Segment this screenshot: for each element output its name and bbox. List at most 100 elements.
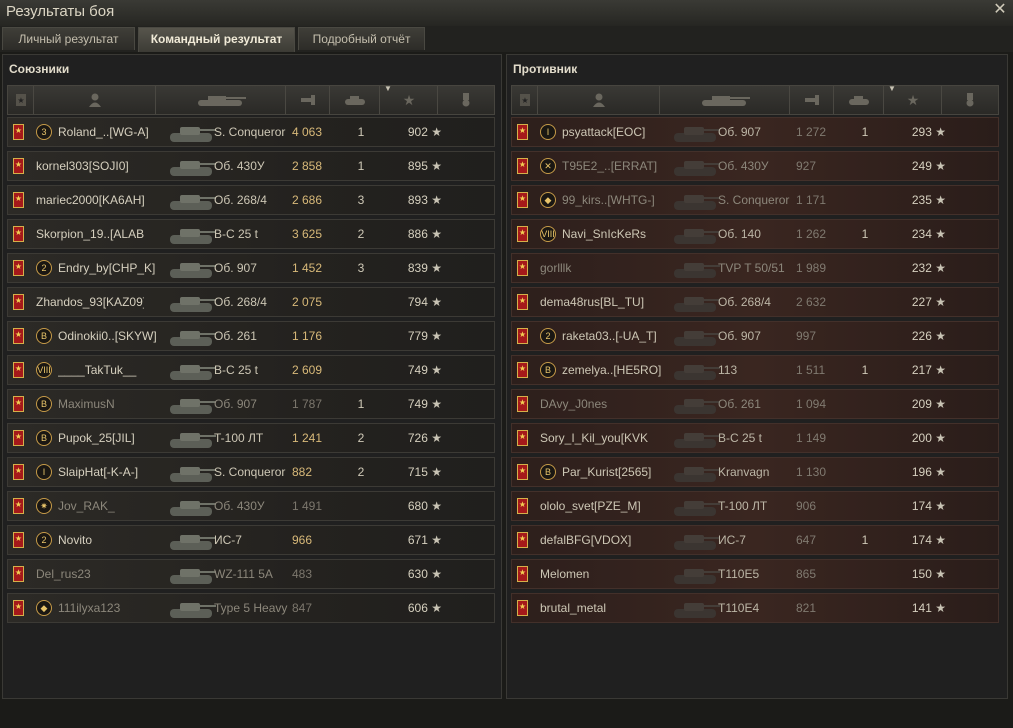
xp-column-header[interactable]: ▼ ★ xyxy=(884,84,942,114)
vehicle-column-header[interactable] xyxy=(156,86,286,114)
player-row[interactable]: I SlaipHat[-K-A-] S. Conqueror 882 2 715 ★ xyxy=(7,457,495,487)
medal-column-header[interactable] xyxy=(942,86,998,114)
tank-silhouette-icon xyxy=(674,501,720,516)
player-name[interactable]: Del_rus23 xyxy=(36,560,144,588)
kills-value: 3 xyxy=(357,261,365,275)
tab-personal-result[interactable]: Личный результат xyxy=(2,27,135,50)
player-row[interactable]: defalBFG[VDOX] ИС-7 647 1 174 ★ xyxy=(511,525,999,555)
xp-column-header[interactable]: ▼ ★ xyxy=(380,84,438,114)
player-name[interactable]: mariec2000[KA6AH] xyxy=(36,186,144,214)
vehicle-name: T-100 ЛТ xyxy=(214,431,264,445)
player-row[interactable]: В Odinokii0..[SKYW] Об. 261 1 176 779 ★ xyxy=(7,321,495,351)
damage-value: 1 241 xyxy=(292,431,323,445)
player-name[interactable]: T95E2_..[ERRAT] xyxy=(562,152,670,180)
medal-column-header[interactable] xyxy=(438,86,494,114)
player-name[interactable]: defalBFG[VDOX] xyxy=(540,526,648,554)
damage-column-header[interactable] xyxy=(286,86,330,114)
player-row[interactable]: Skorpion_19..[ALABY] B-C 25 t 3 625 2 886 ★ xyxy=(7,219,495,249)
player-name[interactable]: Navi_SnIcKeRs xyxy=(562,220,670,248)
player-row[interactable]: 3 Roland_..[WG-A] S. Conqueror 4 063 1 902 ★ xyxy=(7,117,495,147)
xp-number: 886 xyxy=(407,227,428,241)
player-name[interactable]: Pupok_25[JIL] xyxy=(58,424,166,452)
player-row[interactable]: Zhandos_93[KAZ09] Об. 268/4 2 075 794 ★ xyxy=(7,287,495,317)
xp-number: 671 xyxy=(407,533,428,547)
tab-team-result[interactable]: Командный результат xyxy=(138,27,295,52)
kills-value xyxy=(850,594,880,622)
xp-number: 794 xyxy=(407,295,428,309)
xp-value: 200 ★ xyxy=(886,424,946,452)
player-name[interactable]: 111ilyxa123 xyxy=(58,594,166,622)
player-row[interactable]: mariec2000[KA6AH] Об. 268/4 2 686 3 893 ★ xyxy=(7,185,495,215)
vehicle-column-header[interactable] xyxy=(660,86,790,114)
player-row[interactable]: ✷ Jov_RAK_ Об. 430У 1 491 680 ★ xyxy=(7,491,495,521)
tank-silhouette-icon xyxy=(170,603,216,618)
player-row[interactable]: 2 raketa03..[-UA_T] Об. 907 997 226 ★ xyxy=(511,321,999,351)
player-name[interactable]: Sory_I_Kil_you[KVKN] xyxy=(540,424,648,452)
xp-value: 293 ★ xyxy=(886,118,946,146)
tab-detailed-report[interactable]: Подробный отчёт xyxy=(298,27,425,50)
player-column-header[interactable] xyxy=(34,86,156,114)
player-row[interactable]: dema48rus[BL_TU] Об. 268/4 2 632 227 ★ xyxy=(511,287,999,317)
player-row[interactable]: В Pupok_25[JIL] T-100 ЛТ 1 241 2 726 ★ xyxy=(7,423,495,453)
player-name[interactable]: Par_Kurist[2565] xyxy=(562,458,670,486)
damage-value: 906 xyxy=(796,499,817,513)
player-row[interactable]: VIII Navi_SnIcKeRs Об. 140 1 262 1 234 ★ xyxy=(511,219,999,249)
player-name[interactable]: Jov_RAK_ xyxy=(58,492,166,520)
player-name[interactable]: dema48rus[BL_TU] xyxy=(540,288,648,316)
close-icon[interactable]: ✕ xyxy=(991,1,1009,19)
player-row[interactable]: Melomen T110E5 865 150 ★ xyxy=(511,559,999,589)
player-row[interactable]: ◆ 111ilyxa123 Type 5 Heavy 847 606 ★ xyxy=(7,593,495,623)
player-name[interactable]: brutal_metal xyxy=(540,594,648,622)
kills-value xyxy=(850,288,880,316)
damage-value: 2 075 xyxy=(292,295,323,309)
player-name[interactable]: ololo_svet[PZE_M] xyxy=(540,492,648,520)
rank-column-header[interactable]: ★ xyxy=(512,86,538,114)
player-name[interactable]: MaximusN xyxy=(58,390,166,418)
player-name[interactable]: Odinokii0..[SKYW] xyxy=(58,322,166,350)
player-row[interactable]: Вzemelya..[HE5RO] 113 1 511 1 217 ★ xyxy=(511,355,999,385)
player-row[interactable]: brutal_metal T110E4 821 141 ★ xyxy=(511,593,999,623)
player-row[interactable]: kornel303[SOJI0] Об. 430У 2 858 1 895 ★ xyxy=(7,151,495,181)
xp-value: 671 ★ xyxy=(382,526,442,554)
player-name[interactable]: DAvy_J0nes xyxy=(540,390,648,418)
player-row[interactable]: 2 Endry_by[CHP_K] Об. 907 1 452 3 839 ★ xyxy=(7,253,495,283)
xp-value: 227 ★ xyxy=(886,288,946,316)
player-row[interactable]: DAvy_J0nes Об. 261 1 094 209 ★ xyxy=(511,389,999,419)
player-name[interactable]: Endry_by[CHP_K] xyxy=(58,254,166,282)
vehicle-name: S. Conqueror xyxy=(214,465,286,479)
player-name[interactable]: Roland_..[WG-A] xyxy=(58,118,166,146)
player-name[interactable]: kornel303[SOJI0] xyxy=(36,152,144,180)
player-row[interactable]: Del_rus23 WZ-111 5A 483 630 ★ xyxy=(7,559,495,589)
kills-column-header[interactable] xyxy=(834,86,884,114)
player-row[interactable]: ✕ T95E2_..[ERRAT] Об. 430У 927 249 ★ xyxy=(511,151,999,181)
player-name[interactable]: Novito xyxy=(58,526,166,554)
player-row[interactable]: ololo_svet[PZE_M] T-100 ЛТ 906 174 ★ xyxy=(511,491,999,521)
player-row[interactable]: В Par_Kurist[2565] Kranvagn 1 130 196 ★ xyxy=(511,457,999,487)
player-name[interactable]: gorlllk xyxy=(540,254,648,282)
player-name[interactable]: Melomen xyxy=(540,560,648,588)
damage-column-header[interactable] xyxy=(790,86,834,114)
kills-value: 1 xyxy=(861,363,869,377)
kills-column-header[interactable] xyxy=(330,86,380,114)
player-name[interactable]: Skorpion_19..[ALABY] xyxy=(36,220,144,248)
xp-number: 749 xyxy=(407,363,428,377)
player-row[interactable]: Sory_I_Kil_you[KVKN] B-C 25 t 1 149 200 ★ xyxy=(511,423,999,453)
player-row[interactable]: В MaximusN Об. 907 1 787 1 749 ★ xyxy=(7,389,495,419)
player-column-header[interactable] xyxy=(538,86,660,114)
rank-flag-icon xyxy=(517,430,528,446)
player-name[interactable]: SlaipHat[-K-A-] xyxy=(58,458,166,486)
rank-column-header[interactable]: ★ xyxy=(8,86,34,114)
player-name[interactable]: psyattack[EOC] xyxy=(562,118,670,146)
player-name[interactable]: Zhandos_93[KAZ09] xyxy=(36,288,144,316)
xp-star-icon: ★ xyxy=(431,295,442,309)
player-row[interactable]: gorlllk TVP T 50/51 1 989 232 ★ xyxy=(511,253,999,283)
tank-silhouette-icon xyxy=(170,433,216,448)
player-row[interactable]: ◆ 99_kirs..[WHTG-] S. Conqueror 1 171 235 ★ xyxy=(511,185,999,215)
player-name[interactable]: raketa03..[-UA_T] xyxy=(562,322,670,350)
player-row[interactable]: Ipsyattack[EOC] Об. 907 1 272 1 293 ★ xyxy=(511,117,999,147)
player-row[interactable]: 2 Novito ИС-7 966 671 ★ xyxy=(7,525,495,555)
player-name[interactable]: zemelya..[HE5RO] xyxy=(562,356,670,384)
player-row[interactable]: VIII ____TakTuk__ B-C 25 t 2 609 749 ★ xyxy=(7,355,495,385)
player-name[interactable]: 99_kirs..[WHTG-] xyxy=(562,186,670,214)
player-name[interactable]: ____TakTuk__ xyxy=(58,356,166,384)
